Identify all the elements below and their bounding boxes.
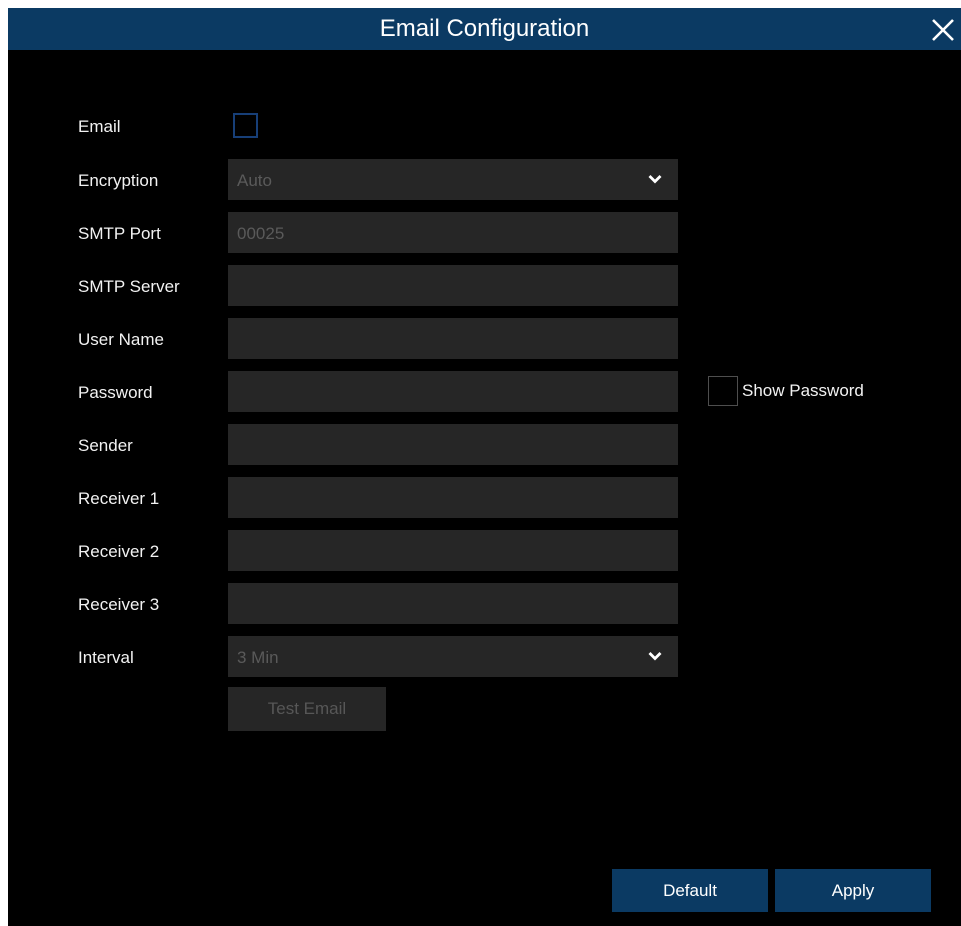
email-enable-checkbox[interactable] <box>233 113 258 138</box>
sender-label: Sender <box>78 436 133 455</box>
receiver-2-label: Receiver 2 <box>78 542 160 561</box>
encryption-label: Encryption <box>78 171 159 190</box>
interval-select[interactable]: 3 Min <box>228 636 678 677</box>
close-icon <box>932 19 954 41</box>
password-label: Password <box>78 383 153 402</box>
receiver-3-label: Receiver 3 <box>78 595 160 614</box>
show-password-checkbox[interactable] <box>708 376 738 406</box>
close-button[interactable] <box>927 14 959 46</box>
interval-value: 3 Min <box>237 648 279 667</box>
smtp-server-input[interactable] <box>228 265 678 306</box>
show-password-label: Show Password <box>742 381 864 400</box>
encryption-value: Auto <box>237 171 272 190</box>
smtp-port-input[interactable]: 00025 <box>228 212 678 253</box>
chevron-down-icon <box>648 174 662 184</box>
title-bar: Email Configuration <box>8 8 961 50</box>
interval-label: Interval <box>78 648 134 667</box>
smtp-port-value: 00025 <box>237 224 285 243</box>
smtp-port-label: SMTP Port <box>78 224 161 243</box>
chevron-down-icon <box>648 651 662 661</box>
email-configuration-dialog: Email Configuration Email Encryption Aut… <box>8 8 961 926</box>
receiver-2-input[interactable] <box>228 530 678 571</box>
default-button[interactable]: Default <box>612 869 768 912</box>
sender-input[interactable] <box>228 424 678 465</box>
receiver-1-label: Receiver 1 <box>78 489 160 508</box>
test-email-button[interactable]: Test Email <box>228 687 386 731</box>
receiver-3-input[interactable] <box>228 583 678 624</box>
dialog-title: Email Configuration <box>379 15 590 42</box>
email-label: Email <box>78 117 121 136</box>
password-input[interactable] <box>228 371 678 412</box>
receiver-1-input[interactable] <box>228 477 678 518</box>
user-name-input[interactable] <box>228 318 678 359</box>
encryption-select[interactable]: Auto <box>228 159 678 200</box>
apply-button[interactable]: Apply <box>775 869 931 912</box>
user-name-label: User Name <box>78 330 164 349</box>
smtp-server-label: SMTP Server <box>78 277 180 296</box>
